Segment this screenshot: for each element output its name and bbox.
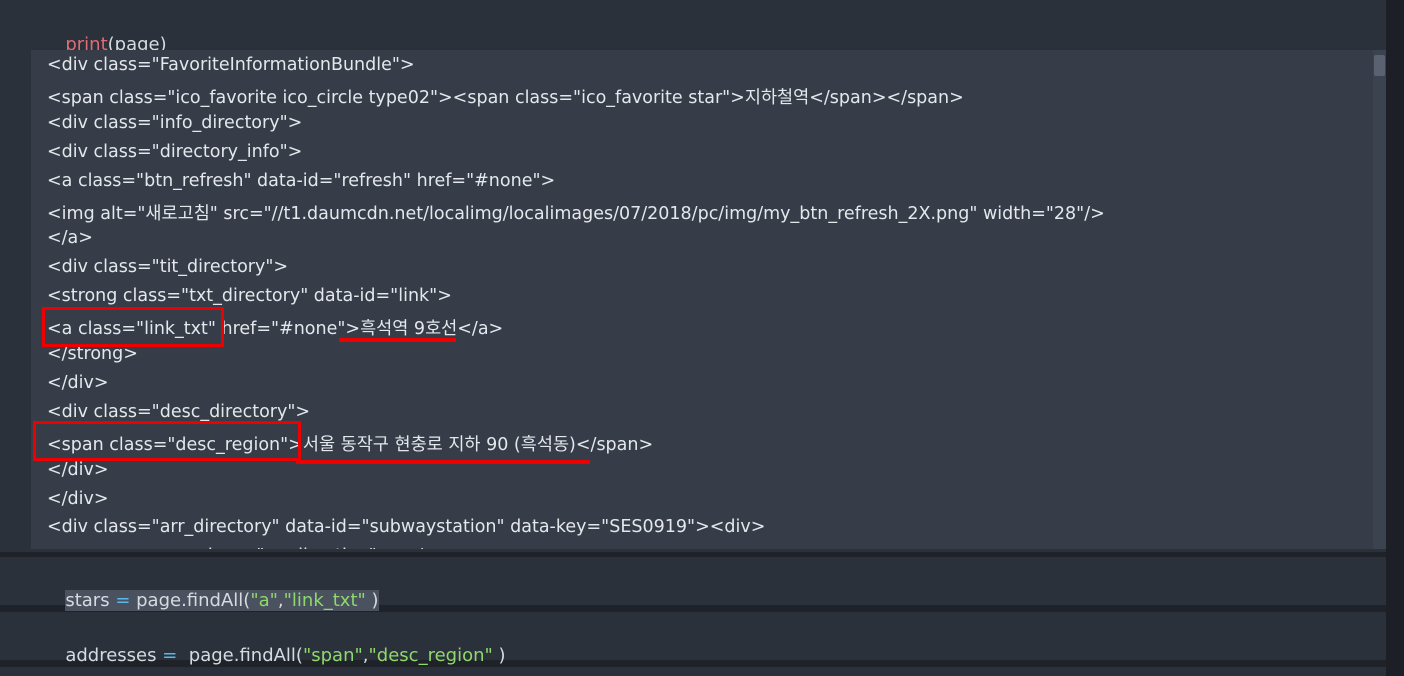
output-line: <span class="ico_favorite ico_circle typ… xyxy=(47,87,964,108)
output-line: </div> xyxy=(47,488,109,509)
arg-tag: "span" xyxy=(302,645,363,666)
output-scrollbar[interactable] xyxy=(1373,50,1386,549)
code-cell-stars[interactable]: stars = page.findAll("a","link_txt" ) xyxy=(0,557,1386,611)
code-cell-addresses[interactable]: addresses = page.findAll("span","desc_re… xyxy=(0,612,1386,666)
arg-class: "link_txt" xyxy=(283,590,366,611)
output-line: <div class="directory_info"> xyxy=(47,141,303,162)
arg-class: "desc_region" xyxy=(368,645,493,666)
code-cell-next[interactable] xyxy=(0,667,1386,676)
code-cell-print[interactable]: print(page) <div class="FavoriteInformat… xyxy=(0,0,1386,552)
assign-operator: = xyxy=(109,590,137,611)
window-edge xyxy=(1386,0,1404,676)
output-line: </strong> xyxy=(47,344,138,364)
output-line: </a> xyxy=(47,228,93,249)
notebook-page: print(page) <div class="FavoriteInformat… xyxy=(0,0,1404,676)
var-addresses: addresses xyxy=(65,645,157,666)
arg-tag: "a" xyxy=(250,590,278,611)
output-line: <div class="FavoriteInformationBundle"> xyxy=(47,55,415,75)
var-stars: stars xyxy=(65,590,110,611)
highlight-box-desc-region xyxy=(33,421,301,461)
highlight-underline-address xyxy=(296,460,590,464)
output-scrollbar-thumb[interactable] xyxy=(1374,55,1385,76)
output-line: <span class="sc_direction"> </span> xyxy=(47,546,480,549)
highlight-box-link-txt xyxy=(42,307,224,347)
findall-call: page.findAll( xyxy=(136,590,251,611)
call-close: ) xyxy=(492,645,506,666)
output-line: <div class="arr_directory" data-id="subw… xyxy=(47,517,766,538)
cell-output-area[interactable]: <div class="FavoriteInformationBundle"> <… xyxy=(31,50,1373,549)
assign-operator: = xyxy=(156,645,184,666)
highlight-underline-station xyxy=(339,338,456,342)
call-close: ) xyxy=(365,590,379,611)
output-line: <div class="desc_directory"> xyxy=(47,401,311,422)
output-line: <img alt="새로고침" src="//t1.daumcdn.net/lo… xyxy=(47,203,1105,224)
output-line: <div class="info_directory"> xyxy=(47,112,303,133)
output-line: </div> xyxy=(47,372,109,393)
output-line: <div class="tit_directory"> xyxy=(47,257,289,278)
output-line: <a class="btn_refresh" data-id="refresh"… xyxy=(47,170,556,191)
output-line: </div> xyxy=(47,459,109,480)
findall-call: page.findAll( xyxy=(183,645,303,666)
output-line: <strong class="txt_directory" data-id="l… xyxy=(47,286,452,307)
